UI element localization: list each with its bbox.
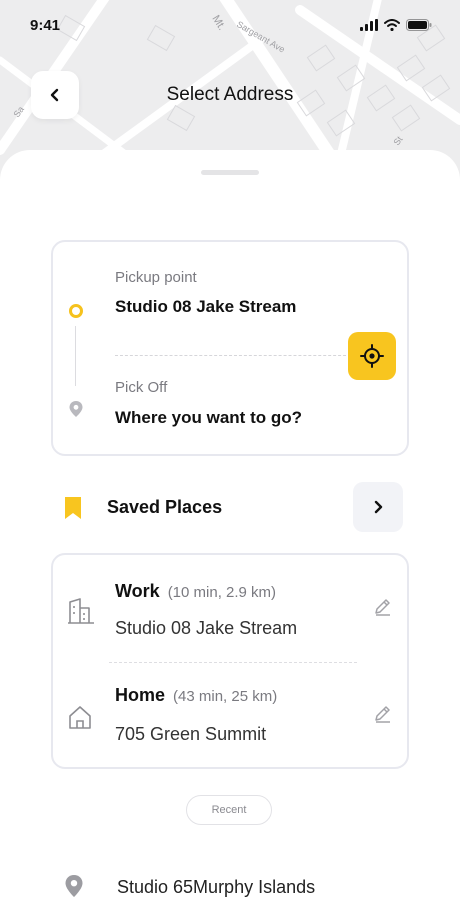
bottom-sheet: Pickup point Studio 08 Jake Stream Pick …: [0, 150, 460, 900]
dropoff-label: Pick Off: [115, 379, 168, 396]
route-connector-line: [75, 326, 76, 386]
pickup-dot-icon: [69, 304, 83, 318]
crosshair-icon: [360, 344, 384, 368]
sheet-drag-handle[interactable]: [201, 170, 259, 175]
signal-icon: [360, 19, 378, 31]
saved-places-more-button[interactable]: [353, 482, 403, 532]
recent-address: Studio 65Murphy Islands: [117, 877, 316, 897]
recent-tab[interactable]: Recent: [186, 795, 272, 825]
saved-place-home[interactable]: Home (43 min, 25 km) 705 Green Summit: [53, 663, 407, 763]
map-label-st: St: [391, 134, 404, 147]
route-card: Pickup point Studio 08 Jake Stream Pick …: [51, 240, 409, 456]
place-address: 705 Green Summit: [115, 724, 267, 744]
saved-places-title: Saved Places: [107, 497, 223, 517]
status-time: 9:41: [30, 17, 61, 34]
status-bar: 9:41: [0, 0, 460, 50]
chevron-right-icon: [374, 500, 383, 514]
building-icon: [68, 598, 94, 624]
pickup-input[interactable]: Studio 08 Jake Stream: [115, 297, 296, 317]
place-name-text: Work: [115, 581, 160, 601]
edit-icon[interactable]: [373, 703, 393, 723]
saved-place-work[interactable]: Work (10 min, 2.9 km) Studio 08 Jake Stre…: [53, 555, 407, 655]
locate-me-button[interactable]: [348, 332, 396, 380]
pickup-label: Pickup point: [115, 269, 197, 286]
saved-places-list: Work (10 min, 2.9 km) Studio 08 Jake Stre…: [51, 553, 409, 769]
saved-places-header: Saved Places: [51, 480, 409, 536]
place-meta: (10 min, 2.9 km): [167, 584, 277, 601]
recent-list-item[interactable]: Studio 65Murphy Islands: [60, 873, 420, 900]
dropoff-input[interactable]: Where you want to go?: [115, 408, 302, 428]
route-divider: [115, 355, 351, 356]
place-name: Home (43 min, 25 km): [115, 685, 277, 706]
place-name: Work (10 min, 2.9 km): [115, 581, 276, 602]
home-icon: [69, 706, 91, 729]
place-meta: (43 min, 25 km): [173, 688, 278, 705]
place-name-text: Home: [115, 685, 166, 705]
location-pin-icon: [65, 875, 83, 897]
place-address: Studio 08 Jake Stream: [115, 618, 298, 638]
dropoff-pin-icon: [69, 401, 83, 417]
battery-icon: [406, 19, 432, 31]
page-title: Select Address: [166, 84, 294, 105]
bookmark-icon: [65, 497, 81, 519]
edit-icon[interactable]: [373, 596, 393, 616]
wifi-icon: [384, 19, 400, 31]
